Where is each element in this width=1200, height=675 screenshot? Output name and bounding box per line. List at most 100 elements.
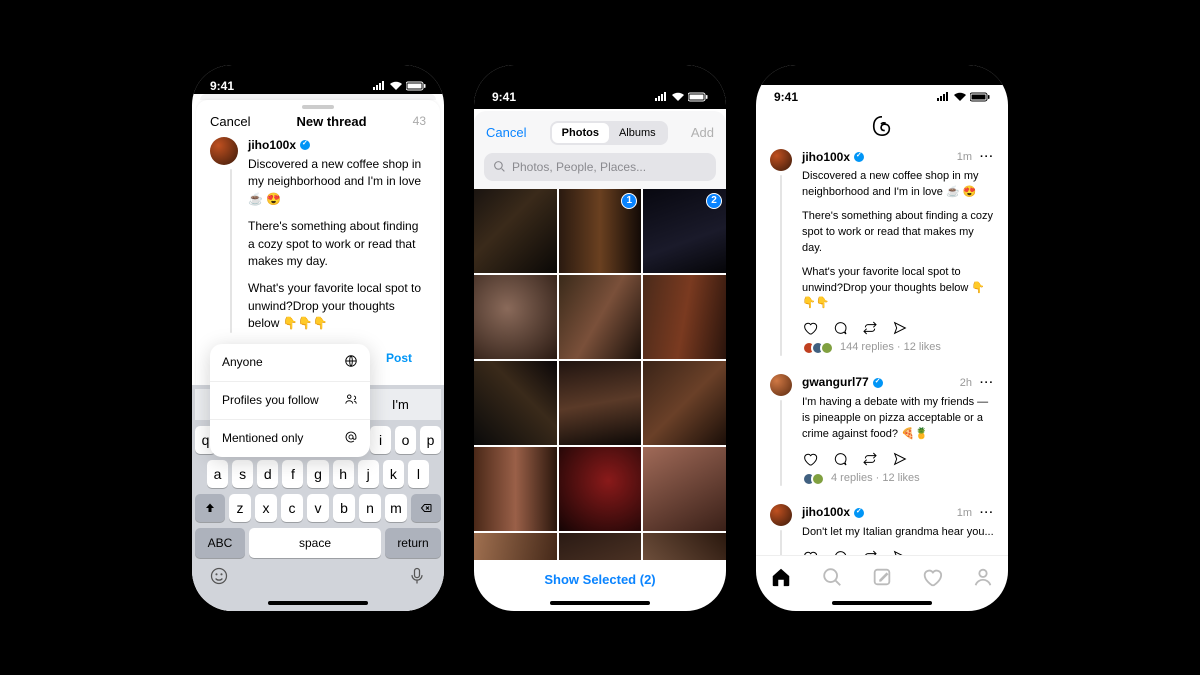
feed[interactable]: jiho100x 1m··· Discovered a new coffee s… [756,141,1008,555]
post-avatar[interactable] [770,374,792,396]
key[interactable]: z [229,494,251,522]
post-more-icon[interactable]: ··· [980,506,994,522]
post-text: I'm having a debate with my friends — is… [802,395,994,443]
mic-key-icon[interactable] [407,566,427,591]
reply-icon[interactable] [832,451,848,467]
suggestion[interactable]: I'm [360,389,441,420]
post-button[interactable]: Post [372,343,426,375]
emoji-key-icon[interactable] [209,566,229,591]
reply-icon[interactable] [832,549,848,555]
tab-profile-icon[interactable] [972,566,994,588]
photo-thumb[interactable] [474,447,557,531]
tab-bar [756,555,1008,599]
photo-thumb[interactable] [559,533,642,560]
post-avatar[interactable] [770,504,792,526]
post-more-icon[interactable]: ··· [980,376,994,392]
key[interactable]: m [385,494,407,522]
reply-option-anyone[interactable]: Anyone [210,344,370,382]
post-handle[interactable]: jiho100x [802,149,850,166]
home-indicator[interactable] [832,601,932,605]
key[interactable]: k [383,460,404,488]
feed-post[interactable]: jiho100x 1m··· Don't let my Italian gran… [756,496,1008,554]
show-selected-button[interactable]: Show Selected (2) [474,560,726,599]
home-indicator[interactable] [550,601,650,605]
photo-thumb[interactable] [643,275,726,359]
photo-thumb[interactable] [474,189,557,273]
cancel-button[interactable]: Cancel [210,114,250,129]
tab-compose-icon[interactable] [871,566,893,588]
backspace-key[interactable] [411,494,441,522]
photo-thumb[interactable] [474,361,557,445]
key[interactable]: p [420,426,441,454]
key[interactable]: n [359,494,381,522]
tab-home-icon[interactable] [770,566,792,588]
status-icons [654,92,708,102]
like-icon[interactable] [802,451,818,467]
photo-thumb[interactable]: 2 [643,189,726,273]
repost-icon[interactable] [862,320,878,336]
key[interactable]: l [408,460,429,488]
space-key[interactable]: space [249,528,381,558]
reply-icon[interactable] [832,320,848,336]
compose-text-line[interactable]: Discovered a new coffee shop in my neigh… [248,156,426,208]
home-indicator[interactable] [268,601,368,605]
key[interactable]: o [395,426,416,454]
share-icon[interactable] [892,451,908,467]
post-handle[interactable]: gwangurl77 [802,374,869,391]
key[interactable]: s [232,460,253,488]
picker-segmented[interactable]: Photos Albums [550,121,668,145]
like-icon[interactable] [802,549,818,555]
post-more-icon[interactable]: ··· [980,150,994,166]
compose-text-line[interactable]: What's your favorite local spot to unwin… [248,280,426,332]
post-handle[interactable]: jiho100x [802,504,850,521]
shift-key[interactable] [195,494,225,522]
photo-thumb[interactable] [559,275,642,359]
tab-activity-icon[interactable] [921,566,943,588]
photo-thumb[interactable] [559,361,642,445]
post-stats[interactable]: 4 replies · 12 likes [831,471,920,487]
threads-logo-icon[interactable] [756,109,1008,141]
key[interactable]: c [281,494,303,522]
feed-post[interactable]: gwangurl77 2h··· I'm having a debate wit… [756,366,1008,496]
key[interactable]: v [307,494,329,522]
photo-thumb[interactable] [474,275,557,359]
share-icon[interactable] [892,549,908,555]
repost-icon[interactable] [862,451,878,467]
reply-option-follow[interactable]: Profiles you follow [210,382,370,420]
search-placeholder: Photos, People, Places... [512,160,646,174]
feed-post[interactable]: jiho100x 1m··· Discovered a new coffee s… [756,141,1008,367]
return-key[interactable]: return [385,528,441,558]
photo-thumb[interactable]: 1 [559,189,642,273]
photo-thumb[interactable] [474,533,557,560]
photo-thumb[interactable] [643,533,726,560]
composer-handle[interactable]: jiho100x [248,137,296,154]
photo-thumb[interactable] [643,447,726,531]
segment-photos[interactable]: Photos [552,123,609,143]
picker-add-button[interactable]: Add [691,125,714,140]
reply-option-mention[interactable]: Mentioned only [210,420,370,457]
picker-search[interactable]: Photos, People, Places... [484,153,716,181]
mode-key[interactable]: ABC [195,528,245,558]
tab-search-icon[interactable] [821,566,843,588]
post-stats[interactable]: 144 replies · 12 likes [840,340,941,356]
key[interactable]: b [333,494,355,522]
repost-icon[interactable] [862,549,878,555]
segment-albums[interactable]: Albums [609,123,666,143]
photo-thumb[interactable] [643,361,726,445]
key[interactable]: h [333,460,354,488]
key[interactable]: g [307,460,328,488]
key[interactable]: x [255,494,277,522]
picker-cancel-button[interactable]: Cancel [486,125,526,140]
post-avatar[interactable] [770,149,792,171]
like-icon[interactable] [802,320,818,336]
key[interactable]: i [370,426,391,454]
photo-thumb[interactable] [559,447,642,531]
key[interactable]: a [207,460,228,488]
key[interactable]: j [358,460,379,488]
key[interactable]: d [257,460,278,488]
key[interactable]: f [282,460,303,488]
compose-text-line[interactable]: There's something about finding a cozy s… [248,218,426,270]
photo-grid[interactable]: 1 2 [474,189,726,560]
status-time: 9:41 [210,79,234,93]
share-icon[interactable] [892,320,908,336]
